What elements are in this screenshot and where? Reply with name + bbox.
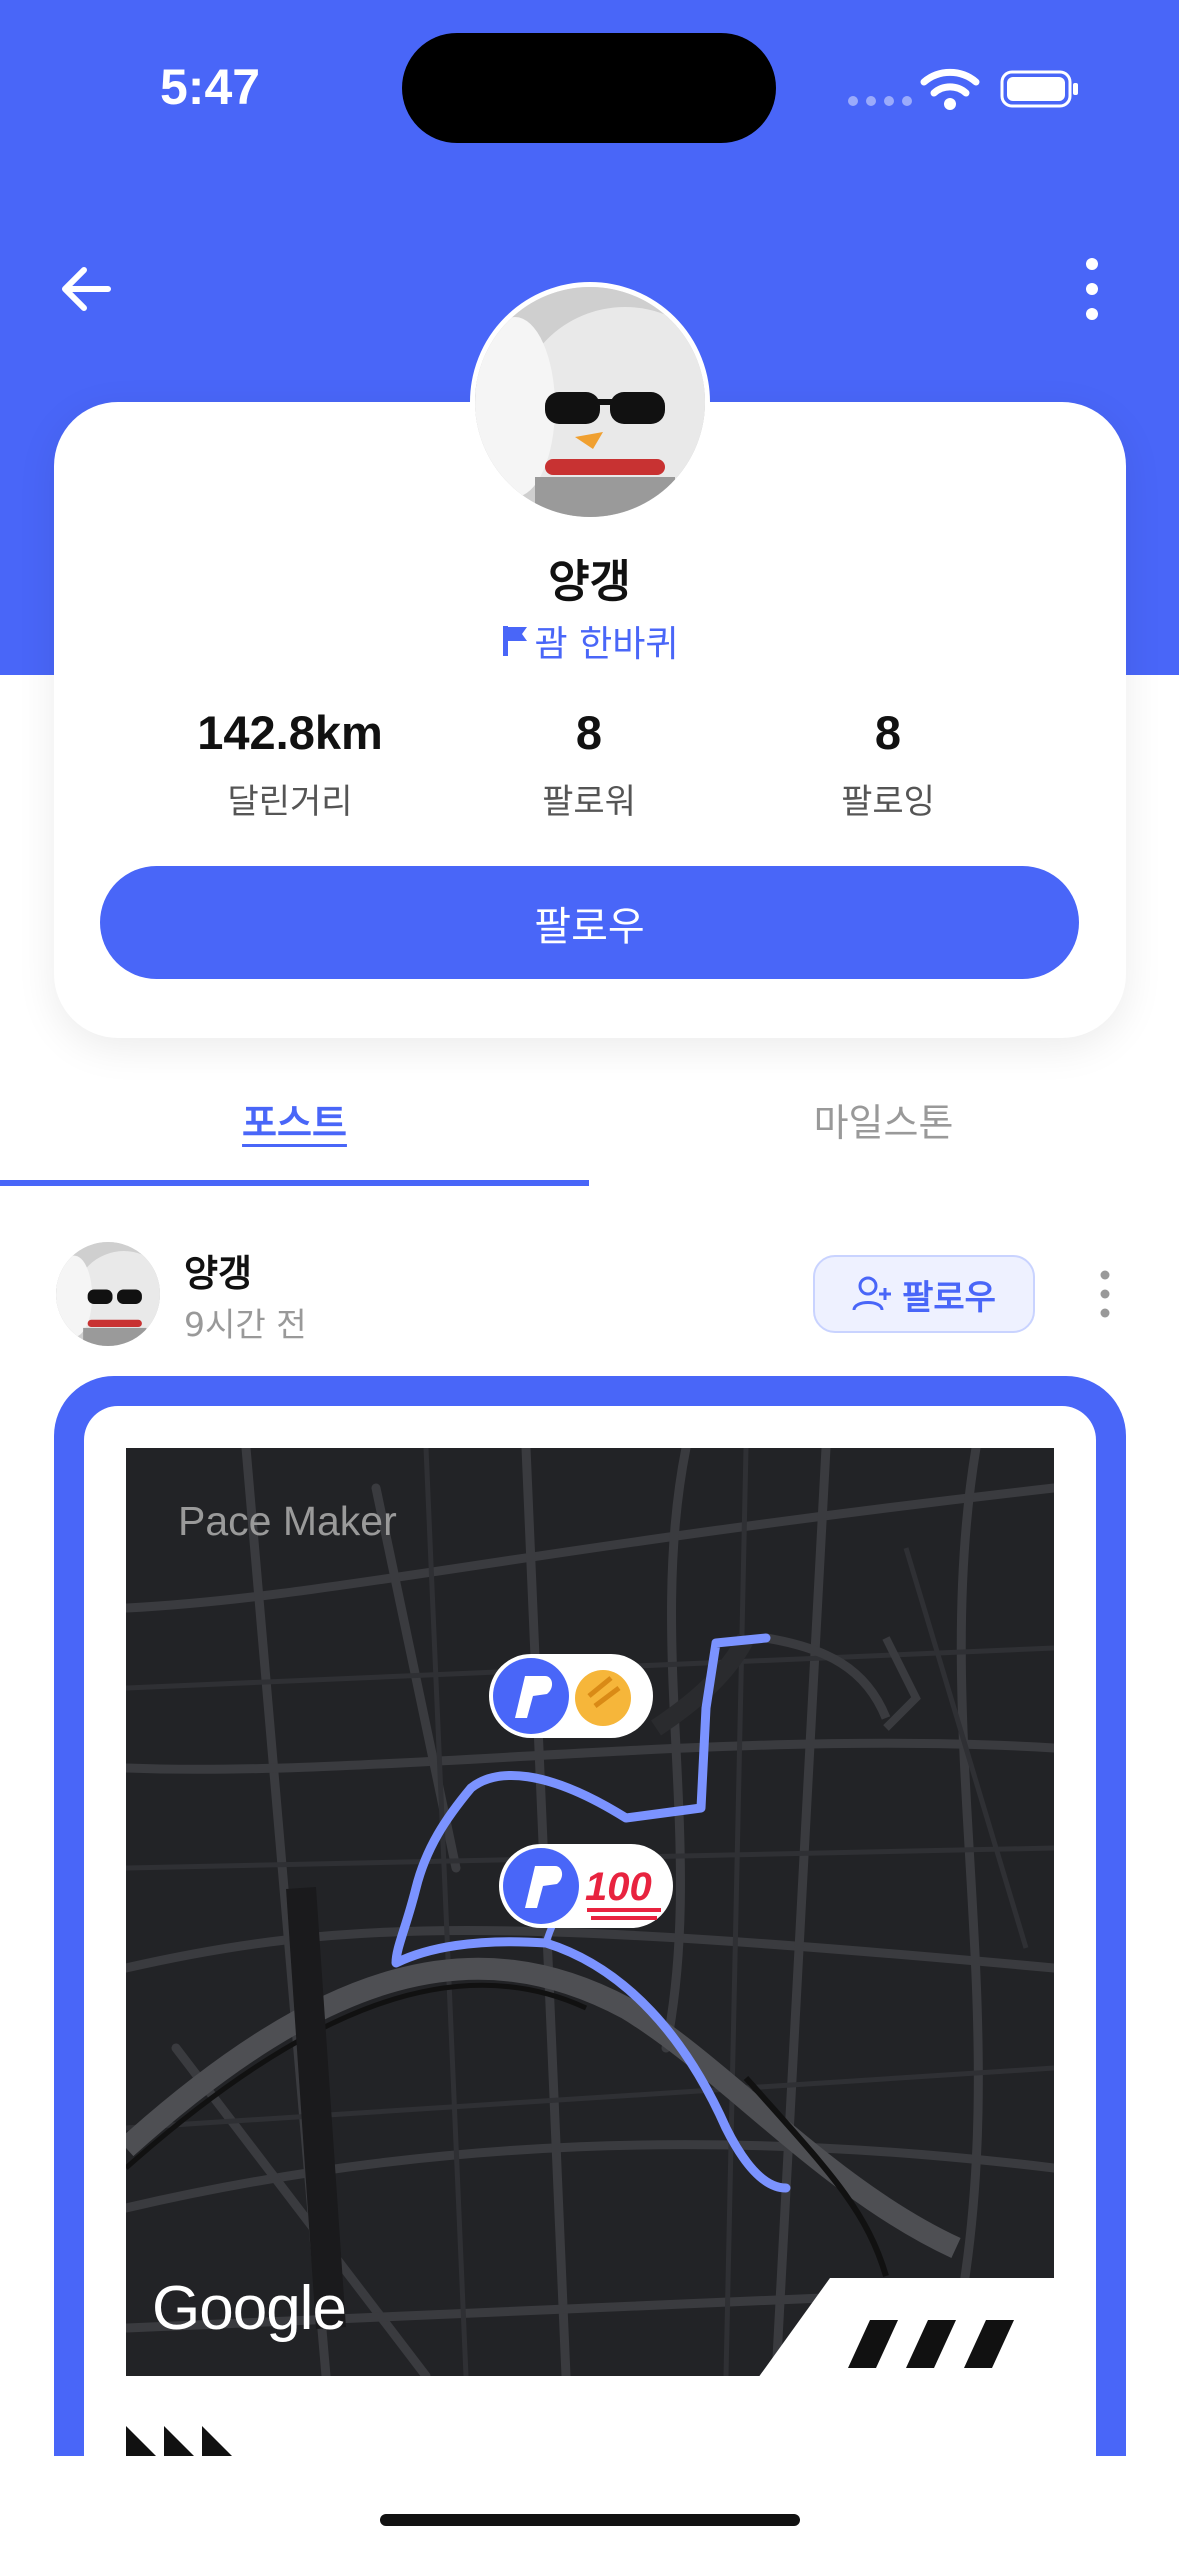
- post-timestamp: 9시간 전: [184, 1305, 307, 1344]
- more-options-icon[interactable]: [1070, 254, 1114, 324]
- back-arrow-icon[interactable]: [52, 254, 122, 324]
- stat-value: 8: [874, 706, 902, 759]
- flag-icon: [502, 626, 527, 656]
- dynamic-island: [402, 33, 776, 143]
- post-follow-button[interactable]: 팔로우: [813, 1255, 1035, 1333]
- map-attribution: Google: [152, 2274, 347, 2343]
- stat-label: 팔로워: [542, 782, 636, 822]
- post-author-name[interactable]: 양갱: [184, 1243, 252, 1297]
- battery-icon: [1000, 70, 1078, 108]
- clap-reaction-badge[interactable]: [481, 1648, 661, 1744]
- wifi-icon: [920, 68, 980, 110]
- profile-name: 양갱: [548, 555, 631, 608]
- tab-posts[interactable]: 포스트: [0, 1092, 589, 1147]
- follow-button[interactable]: 팔로우: [100, 866, 1079, 979]
- stat-distance: 142.8km 달린거리: [140, 705, 440, 823]
- crew-link[interactable]: 괌 한바퀴: [0, 615, 1179, 667]
- card-corner-decoration: [758, 2278, 1058, 2378]
- cellular-signal-icon: [848, 96, 912, 106]
- fast-forward-icon: [126, 2426, 232, 2456]
- add-user-icon: [852, 1276, 892, 1311]
- stat-following[interactable]: 8 팔로잉: [738, 705, 1038, 823]
- stat-followers[interactable]: 8 팔로워: [439, 705, 739, 823]
- stat-label: 달린거리: [227, 782, 353, 822]
- stat-value: 8: [575, 706, 603, 759]
- stat-value: 142.8km: [197, 706, 383, 759]
- post-follow-label: 팔로우: [902, 1277, 996, 1318]
- hundred-reaction-badge[interactable]: 100: [491, 1838, 681, 1934]
- post-author-avatar[interactable]: [56, 1242, 160, 1346]
- route-map[interactable]: Pace Maker 100 Google: [126, 1448, 1054, 2376]
- profile-avatar: [470, 282, 710, 522]
- tab-milestones[interactable]: 마일스톤: [589, 1092, 1178, 1147]
- post-more-icon[interactable]: [1090, 1268, 1120, 1320]
- stat-label: 팔로잉: [841, 782, 935, 822]
- hundred-points-emoji-icon: 100: [585, 1865, 652, 1909]
- tab-indicator: [0, 1180, 589, 1186]
- map-watermark: Pace Maker: [178, 1498, 397, 1544]
- home-indicator[interactable]: [380, 2514, 800, 2526]
- status-time: 5:47: [160, 59, 261, 115]
- crew-name: 괌 한바퀴: [534, 624, 679, 665]
